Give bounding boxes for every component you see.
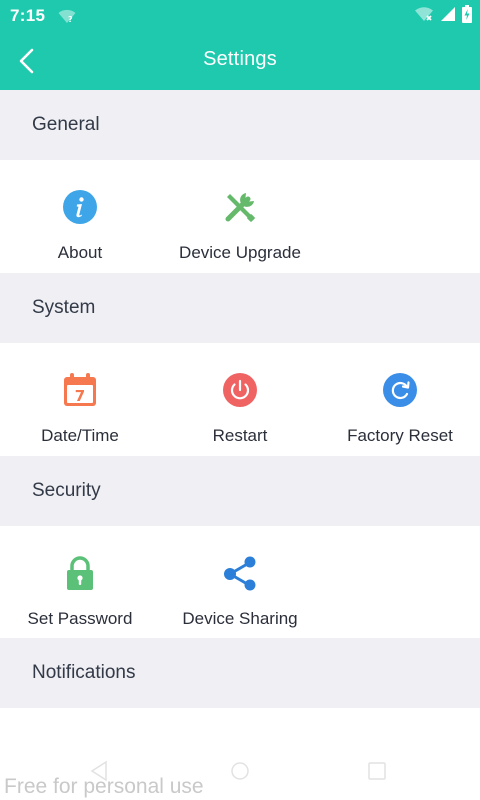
calendar-day: 7 — [75, 387, 85, 405]
wifi-question-icon: ? — [58, 8, 76, 24]
set-password-button[interactable]: Set Password — [0, 526, 160, 639]
share-icon — [222, 555, 258, 591]
tile-label: Restart — [212, 426, 268, 445]
status-time: 7:15 — [10, 6, 46, 25]
tile-label: Device Upgrade — [179, 243, 301, 262]
section-title: General — [32, 114, 100, 135]
refresh-icon — [382, 372, 418, 408]
nav-recents-icon[interactable] — [366, 760, 388, 787]
lock-icon — [62, 555, 98, 591]
section-title: System — [32, 297, 96, 318]
date-time-button[interactable]: 7 Date/Time — [0, 343, 160, 456]
device-upgrade-button[interactable]: Device Upgrade — [160, 160, 320, 273]
section-title: Notifications — [32, 662, 136, 683]
calendar-icon: 7 — [62, 372, 98, 408]
battery-charging-icon — [462, 4, 472, 28]
security-grid: Set Password Device Sharing — [0, 526, 480, 639]
about-button[interactable]: About — [0, 160, 160, 273]
page-title: Settings — [203, 48, 277, 70]
signal-icon — [440, 6, 456, 27]
svg-text:?: ? — [68, 15, 73, 24]
section-header-system: System — [0, 273, 480, 343]
tile-label: Device Sharing — [182, 609, 298, 628]
app-bar: Settings — [0, 32, 480, 90]
nav-home-icon[interactable] — [229, 760, 251, 787]
restart-button[interactable]: Restart — [160, 343, 320, 456]
section-header-security: Security — [0, 456, 480, 526]
wifi-off-icon — [414, 6, 434, 27]
section-header-general: General — [0, 90, 480, 160]
general-grid: About Device Upgrade — [0, 160, 480, 273]
tile-label: Date/Time — [41, 426, 119, 445]
system-grid: 7 Date/Time Restart Factory Reset — [0, 343, 480, 456]
tile-label: About — [57, 243, 103, 262]
watermark: Free for personal use — [4, 775, 204, 798]
factory-reset-button[interactable]: Factory Reset — [320, 343, 480, 456]
tile-label: Set Password — [27, 609, 133, 628]
tile-label: Factory Reset — [347, 426, 453, 445]
device-sharing-button[interactable]: Device Sharing — [160, 526, 320, 639]
info-icon — [62, 189, 98, 225]
section-header-notifications[interactable]: Notifications — [0, 638, 480, 708]
section-title: Security — [32, 480, 101, 501]
status-bar: 7:15 ? — [0, 0, 480, 32]
power-icon — [222, 372, 258, 408]
tools-icon — [222, 189, 258, 225]
